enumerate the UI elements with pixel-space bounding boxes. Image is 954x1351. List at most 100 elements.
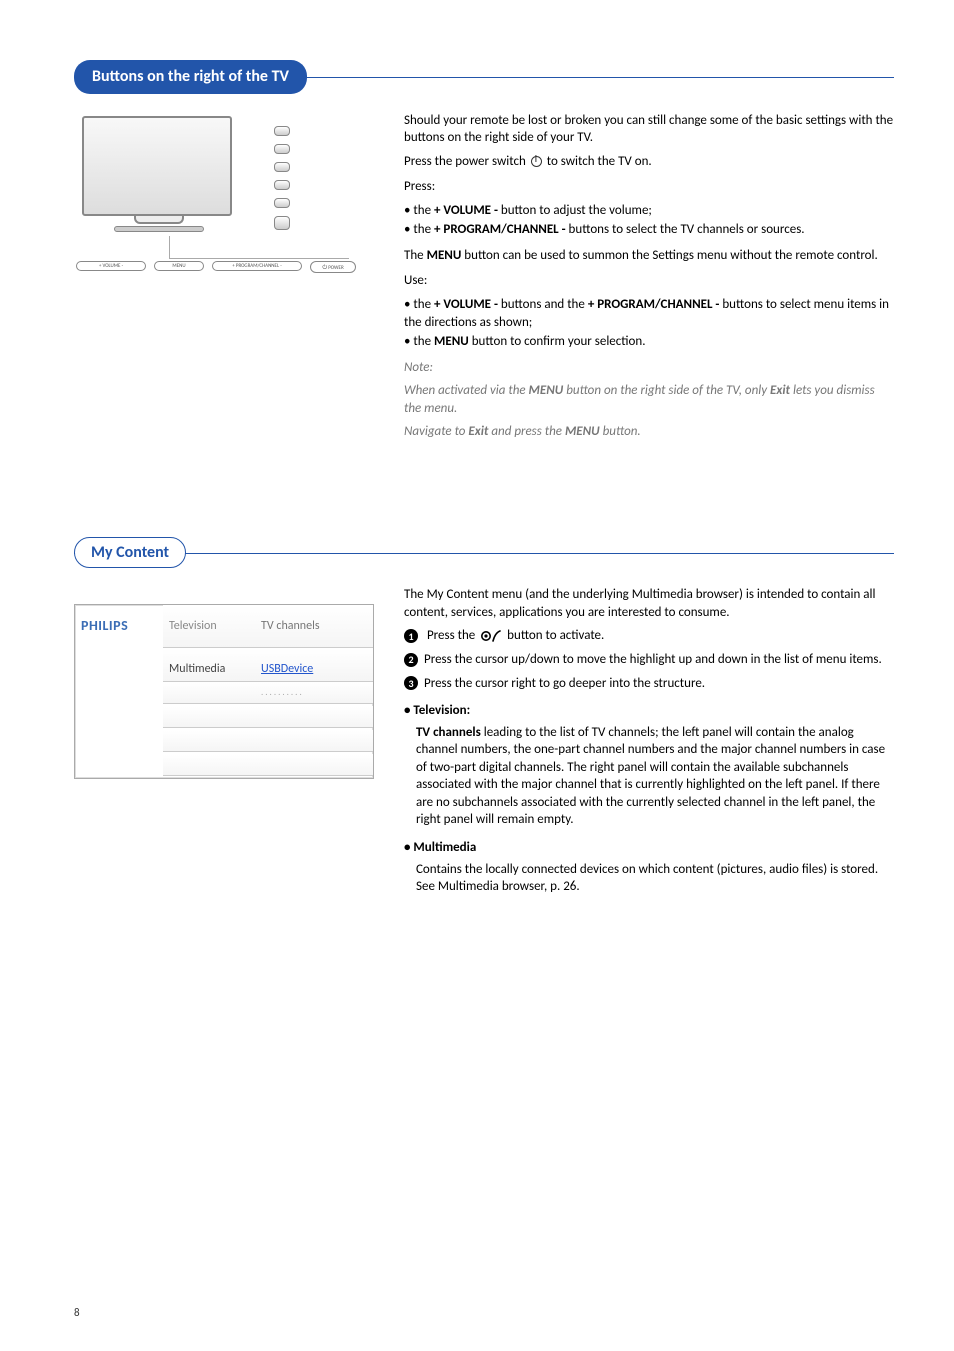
multimedia-block: • Multimedia Contains the locally connec… [404, 839, 894, 896]
mc-empty [255, 754, 373, 776]
step-number-2: 2 [404, 653, 418, 667]
logo-spacer [75, 648, 163, 682]
mc-col2-tvchannels: TV channels [255, 605, 373, 648]
side-btn-power [274, 216, 290, 230]
mc-col1-multimedia: Multimedia [163, 648, 255, 682]
section-header-mycontent: My Content [74, 537, 894, 569]
note-header: Note: [404, 359, 894, 377]
step-2: 2 Press the cursor up/down to move the hi… [404, 651, 894, 669]
text: the [413, 334, 434, 349]
text: Exit [770, 383, 790, 398]
text: + VOLUME - [434, 297, 498, 312]
label-power: ⏻ POWER [310, 261, 356, 274]
label-volume: + VOLUME - [76, 261, 146, 272]
tv-body [82, 116, 232, 216]
mc-col2-dots: .......... [255, 682, 373, 704]
callout-line [169, 258, 349, 259]
text: and press the [488, 424, 565, 439]
text: button on the right side of the TV, only [563, 383, 770, 398]
text: button. [600, 424, 641, 439]
mc-empty [163, 682, 255, 704]
text: The [404, 248, 427, 263]
press-header: Press: [404, 178, 894, 196]
multimedia-header: • Multimedia [404, 839, 894, 857]
text: Exit [468, 424, 488, 439]
text: MENU [529, 383, 564, 398]
logo-spacer [75, 754, 163, 778]
section2-body: The My Content menu (and the underlying … [404, 586, 894, 895]
text: Press the cursor up/down to move the hig… [424, 652, 882, 667]
logo-spacer [75, 706, 163, 730]
use-header: Use: [404, 272, 894, 290]
text: Press the cursor right to go deeper into… [424, 676, 705, 691]
television-header: • Television: [404, 702, 894, 720]
label-program: + PROGRAM/CHANNEL - [212, 261, 302, 272]
text: the [413, 222, 434, 237]
press-list: the + VOLUME - button to adjust the volu… [404, 202, 894, 239]
text: + VOLUME - [434, 203, 498, 218]
side-btn [274, 126, 290, 136]
text: MENU [427, 248, 462, 263]
mc-empty [163, 754, 255, 776]
text: MENU [565, 424, 600, 439]
text: the [413, 203, 434, 218]
section-title-pill: My Content [74, 537, 186, 569]
text: button to confirm your selection. [469, 334, 646, 349]
mc-empty [163, 706, 255, 728]
text: + PROGRAM/CHANNEL - [434, 222, 566, 237]
text: Press the [427, 628, 478, 643]
mycontent-intro: The My Content menu (and the underlying … [404, 586, 894, 621]
text: Television: [413, 703, 470, 718]
use-list: the + VOLUME - buttons and the + PROGRAM… [404, 296, 894, 351]
mc-empty [255, 706, 373, 728]
text: button to activate. [507, 628, 604, 643]
text: + PROGRAM/CHANNEL - [588, 297, 720, 312]
text: MENU [434, 334, 469, 349]
note-line-2: Navigate to Exit and press the MENU butt… [404, 423, 894, 441]
menu-line: The MENU button can be used to summon th… [404, 247, 894, 265]
intro-line-2: Press the power switch to switch the TV … [404, 153, 894, 171]
press-item-volume: the + VOLUME - button to adjust the volu… [404, 202, 894, 220]
section-title-pill: Buttons on the right of the TV [74, 60, 307, 94]
text: to switch the TV on. [547, 154, 652, 169]
television-body: TV channels leading to the list of TV ch… [404, 724, 894, 829]
side-btn [274, 198, 290, 208]
section-header-buttons: Buttons on the right of the TV [74, 60, 894, 94]
step-1: 1 Press the button to activate. [404, 627, 894, 645]
header-rule [74, 553, 894, 554]
text: Navigate to [404, 424, 468, 439]
text: Multimedia [413, 840, 476, 855]
text: buttons and the [498, 297, 588, 312]
power-icon: ⏻ [322, 263, 327, 271]
tv-stand [134, 216, 184, 224]
label-power-text: POWER [328, 265, 343, 271]
note-line-1: When activated via the MENU button on th… [404, 382, 894, 417]
mc-empty [255, 730, 373, 752]
logo-spacer [75, 682, 163, 706]
note-block: Note: When activated via the MENU button… [404, 359, 894, 441]
text: the [413, 297, 434, 312]
mc-empty [163, 730, 255, 752]
tv-stand-base [114, 226, 204, 232]
side-btn [274, 180, 290, 190]
text: button can be used to summon the Setting… [461, 248, 877, 263]
text: buttons to select the TV channels or sou… [566, 222, 805, 237]
philips-logo: PHILIPS [75, 605, 163, 648]
mc-col2-usbdevice: USBDevice [255, 648, 373, 682]
press-item-program: the + PROGRAM/CHANNEL - buttons to selec… [404, 221, 894, 239]
page-number: 8 [74, 1306, 80, 1321]
text: Press the power switch [404, 154, 529, 169]
text: button to adjust the volume; [498, 203, 652, 218]
side-btn [274, 162, 290, 172]
section1-body: Should your remote be lost or broken you… [404, 112, 894, 447]
multimedia-body: Contains the locally connected devices o… [404, 861, 894, 896]
step-number-3: 3 [404, 676, 418, 690]
step-number-1: 1 [404, 629, 418, 643]
callout-line [169, 236, 170, 258]
step-3: 3 Press the cursor right to go deeper int… [404, 675, 894, 693]
mycontent-screenshot: PHILIPS Television TV channels Multimedi… [74, 604, 374, 779]
use-item-2: the MENU button to confirm your selectio… [404, 333, 894, 351]
power-icon [531, 156, 542, 167]
label-menu: MENU [154, 261, 204, 272]
text: leading to the list of TV channels; the … [416, 725, 885, 828]
